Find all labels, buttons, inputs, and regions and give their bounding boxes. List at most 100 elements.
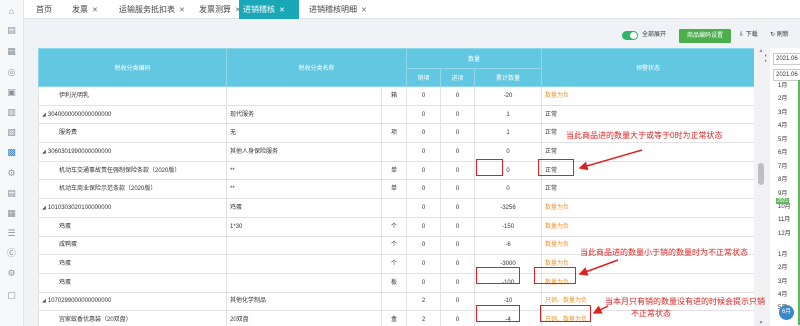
cell-purchases: 0 <box>440 310 476 326</box>
table-row[interactable]: 伊利光明乳箱 0 0 -20 数量为负 <box>38 86 754 106</box>
close-icon[interactable]: ✕ <box>279 7 285 14</box>
month-item[interactable]: 3月 <box>778 276 800 285</box>
cell-purchases: 0 <box>440 160 476 181</box>
c-icon[interactable]: Ⓒ <box>6 248 17 259</box>
cell-tax-name: 现代服务 <box>226 104 382 125</box>
scrollbar-thumb[interactable] <box>758 163 764 185</box>
close-icon[interactable]: ✕ <box>92 7 98 14</box>
month-item[interactable]: 2月 <box>778 93 800 102</box>
table-row[interactable]: 机动车商业保险示范条款（2020版） ** 单 0 0 0 正常 <box>38 179 754 200</box>
cell-unit <box>380 291 408 312</box>
vertical-scrollbar[interactable]: ▲ ▼ <box>757 48 765 326</box>
table-row[interactable]: 1010303020100000000鸡蛋00-3256数量为负 <box>38 198 754 218</box>
list-icon[interactable]: ☰ <box>6 228 17 239</box>
header-status[interactable]: 预警状态 <box>541 48 754 87</box>
highlight-box-normal <box>538 159 574 176</box>
refresh-icon: ↻ <box>770 32 776 38</box>
scroll-down-icon[interactable]: ▼ <box>757 320 765 326</box>
product-code-settings-button[interactable]: 商品编码设置 <box>679 29 731 43</box>
cell-spec: ** <box>226 179 382 200</box>
bag-icon[interactable]: ◎ <box>6 67 17 78</box>
header-tax-name[interactable]: 税收分类名称 <box>225 48 408 87</box>
cell-status: 数量为负 <box>541 216 754 237</box>
month-item[interactable]: 8月 <box>778 174 800 183</box>
settings-icon[interactable]: ⚙ <box>6 168 17 179</box>
table-row[interactable]: 鸡蛋 1*30 个 0 0 -150 数量为负 <box>38 216 754 237</box>
month-item[interactable]: 12月 <box>778 228 800 237</box>
month-item[interactable]: 11月 <box>778 214 800 223</box>
table-row[interactable]: 3040000000000000000现代服务001正常 <box>38 104 754 125</box>
chart-icon[interactable]: ▥ <box>6 107 17 118</box>
cell-cumulative: -20 <box>474 86 543 106</box>
audit-table: 税收分类编码 税收分类名称 数量 预警状态 销项 进项 累计数量 伊利光明乳箱 0… <box>38 48 754 326</box>
month-item[interactable]: 4月 <box>778 289 800 298</box>
document-icon[interactable]: ▤ <box>6 25 17 36</box>
highlight-box-negative <box>534 267 576 284</box>
home-icon[interactable]: ⌂ <box>6 6 17 17</box>
download-icon: ⇩ <box>739 32 745 38</box>
tab-invoice[interactable]: 发票 ✕ <box>68 0 102 19</box>
cell-tax-code: 咸鸭蛋 <box>38 235 227 256</box>
start-date-input[interactable]: 2021.06 <box>773 53 800 65</box>
cell-spec <box>226 254 382 274</box>
tab-purchase-sales-audit[interactable]: 进销稽核 ✕ <box>239 0 299 19</box>
cell-tax-code: 机动车交通事故责任强制保险条款（2020版） <box>38 160 227 181</box>
annotation-sales-only-rule: 当本月只有销的数量没有进的时候会提示只销 <box>605 297 765 306</box>
cell-spec: 20双盘 <box>226 310 382 326</box>
more-icon[interactable]: ▢ <box>6 290 17 301</box>
table-row[interactable]: 鸡蛋板 0 0 -100 数量为负 <box>38 272 754 293</box>
refresh-button[interactable]: ↻ 刷新 <box>770 31 789 40</box>
month-item[interactable]: 3月 <box>778 107 800 116</box>
month-item[interactable]: 4月 <box>778 120 800 129</box>
scroll-up-icon[interactable]: ▲ <box>757 48 765 54</box>
tab-invoice-estimate[interactable]: 发票测算 ✕ <box>195 0 245 19</box>
cell-cumulative: -3256 <box>474 198 543 218</box>
header-purchases[interactable]: 进项 <box>440 68 476 87</box>
header-tax-code[interactable]: 税收分类编码 <box>38 48 227 87</box>
cell-tax-code: 伊利光明乳 <box>38 86 227 106</box>
annotation-sales-only-rule-2: 不正常状态 <box>631 309 671 318</box>
cell-tax-code: 1010303020100000000 <box>38 198 227 218</box>
cell-sales: 0 <box>406 86 442 106</box>
month-item[interactable]: 6月 <box>778 147 800 156</box>
tab-home[interactable]: 首页 <box>32 0 56 19</box>
table-row[interactable]: 3060301990000000000其他人身保险服务000正常 <box>38 142 754 162</box>
annotation-normal-rule: 当此商品进的数量大于或等于0时为正常状态 <box>566 131 723 140</box>
tab-label: 进销稽核明细 <box>309 5 357 14</box>
month-item[interactable]: 1月 <box>778 249 800 258</box>
month-item[interactable]: 9月 <box>778 188 800 197</box>
expand-all-toggle[interactable] <box>622 31 638 40</box>
cell-purchases: 0 <box>440 104 476 125</box>
ledger-icon[interactable]: ▦ <box>6 46 17 57</box>
cell-purchases: 0 <box>440 272 476 293</box>
month-item[interactable]: 2月 <box>778 262 800 271</box>
cell-cumulative: -6 <box>474 235 543 256</box>
current-month-dot[interactable]: 6月 <box>779 305 794 320</box>
cell-sales: 0 <box>406 179 442 200</box>
cell-tax-code: 3040000000000000000 <box>38 104 227 125</box>
audit-icon[interactable]: ▩ <box>6 147 17 158</box>
table-icon[interactable]: ▤ <box>6 188 17 199</box>
tab-audit-detail[interactable]: 进销稽核明细 ✕ <box>305 0 371 19</box>
highlight-box-zero <box>476 159 503 176</box>
month-item[interactable]: 7月 <box>778 161 800 170</box>
close-icon[interactable]: ✕ <box>179 7 185 14</box>
grid-icon[interactable]: ▦ <box>6 208 17 219</box>
cell-tax-code: 宜家蚊香优惠装（20双盘） <box>38 310 227 326</box>
cell-purchases: 0 <box>440 216 476 237</box>
tab-transport-deduction[interactable]: 运输服务抵扣表 ✕ <box>115 0 189 19</box>
table-row[interactable]: 机动车交通事故责任强制保险条款（2020版） ** 单 0 0 0 正常 <box>38 160 754 181</box>
invoice-icon[interactable]: ▣ <box>6 87 17 98</box>
cell-tax-code: 鸡蛋 <box>38 216 227 237</box>
download-button[interactable]: ⇩ 下载 <box>739 31 758 40</box>
close-icon[interactable]: ✕ <box>361 7 367 14</box>
tab-label: 进销稽核 <box>243 5 275 14</box>
header-sales[interactable]: 销项 <box>406 68 442 87</box>
gear-icon[interactable]: ⚙ <box>6 268 17 279</box>
month-item[interactable]: 1月 <box>778 80 800 89</box>
report-icon[interactable]: ▧ <box>6 127 17 138</box>
month-item[interactable]: 5月 <box>778 134 800 143</box>
header-cumulative[interactable]: 累计数量 <box>474 68 543 87</box>
cell-unit: 个 <box>380 254 408 274</box>
cell-unit: 板 <box>380 272 408 293</box>
